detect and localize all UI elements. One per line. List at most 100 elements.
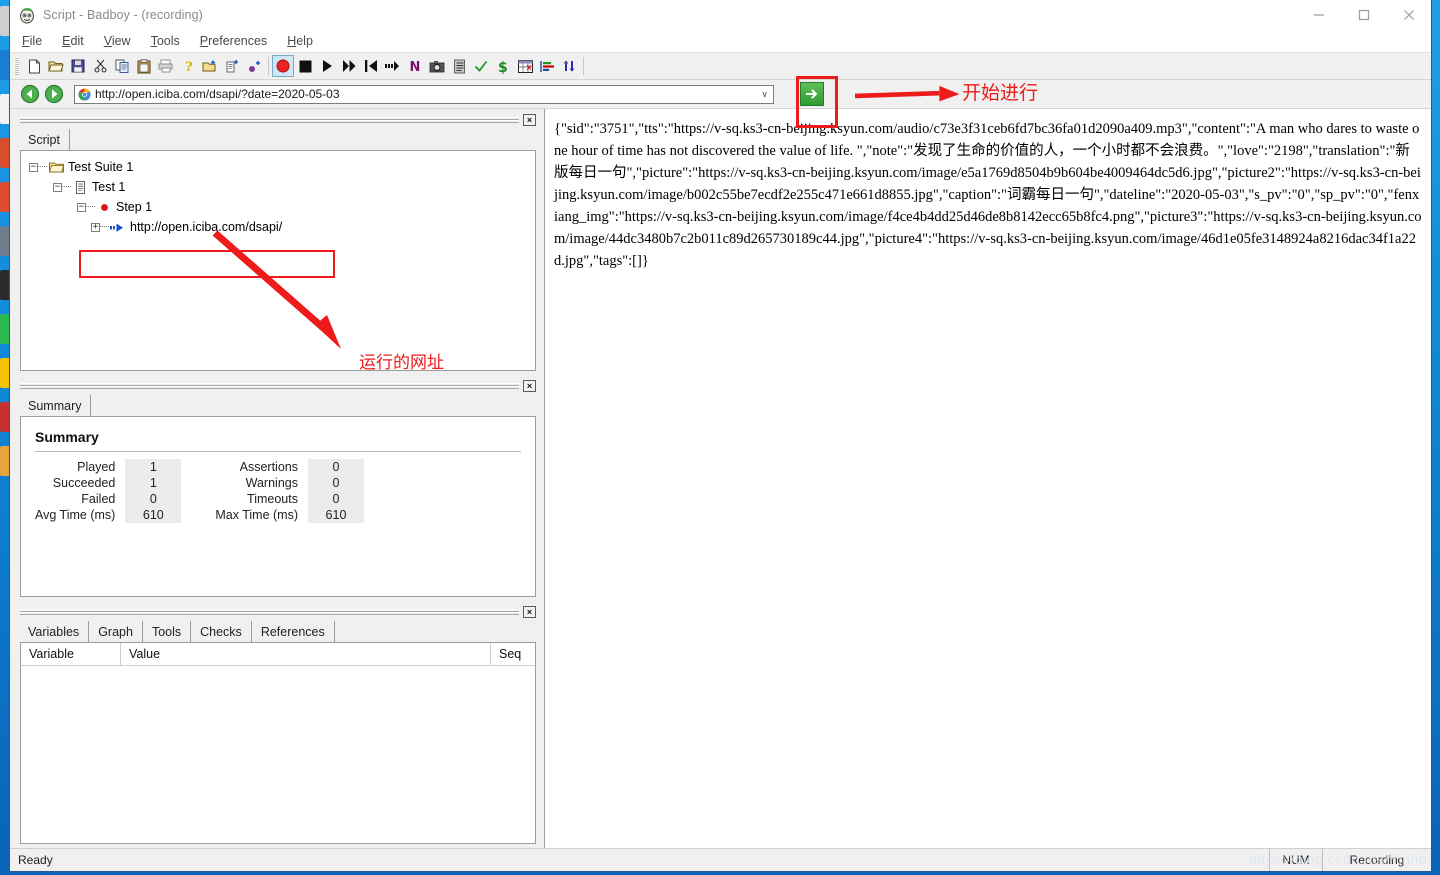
window-controls	[1296, 0, 1431, 30]
tree-toggle-icon[interactable]: −	[53, 182, 62, 192]
tree-toggle-icon[interactable]: −	[77, 202, 86, 212]
window-title: Script - Badboy - (recording)	[43, 8, 203, 22]
variables-panel-drag-handle[interactable]	[20, 609, 519, 615]
tree-label: Test Suite 1	[68, 160, 134, 174]
stop-icon[interactable]	[294, 55, 316, 77]
tree-row-test[interactable]: − Test 1	[29, 177, 535, 197]
url-text: http://open.iciba.com/dsapi/?date=2020-0…	[95, 87, 340, 101]
add-suite-icon[interactable]	[199, 55, 221, 77]
navigator-n-icon[interactable]: N	[404, 55, 426, 77]
column-header-variable[interactable]: Variable	[21, 643, 121, 665]
variables-grid: Variable Value Seq	[20, 642, 536, 844]
tab-checks[interactable]: Checks	[191, 621, 252, 642]
menu-file[interactable]: File	[22, 34, 42, 48]
navigate-arrow-icon	[110, 220, 126, 234]
script-panel-tabstrip: Script	[20, 127, 536, 150]
dollar-variable-icon[interactable]: $	[492, 55, 514, 77]
minimize-button[interactable]	[1296, 0, 1341, 30]
menu-preferences[interactable]: Preferences	[200, 34, 267, 48]
summary-left-group: Played Succeeded Failed Avg Time (ms) 1 …	[35, 459, 182, 523]
response-text[interactable]: {"sid":"3751","tts":"https://v-sq.ks3-cn…	[545, 109, 1431, 848]
tree-row-step[interactable]: − Step 1	[29, 197, 535, 217]
left-dock-column: × Script − Test Suite 1 − Test 1 − Step …	[10, 109, 544, 848]
stat-value-played: 1	[149, 460, 157, 474]
badboy-face-icon	[18, 6, 36, 24]
toolbar-grip[interactable]	[14, 57, 19, 75]
chart-icon[interactable]	[536, 55, 558, 77]
record-icon[interactable]	[272, 55, 294, 77]
tab-graph[interactable]: Graph	[89, 621, 143, 642]
column-header-seq[interactable]: Seq	[491, 643, 535, 665]
summary-stats-table: Played Succeeded Failed Avg Time (ms) 1 …	[35, 459, 521, 523]
add-step-icon[interactable]	[243, 55, 265, 77]
badboy-main-window: Script - Badboy - (recording) File Edit …	[9, 0, 1432, 872]
close-button[interactable]	[1386, 0, 1431, 30]
step-icon[interactable]	[382, 55, 404, 77]
refresh-icon[interactable]	[558, 55, 580, 77]
response-column: {"sid":"3751","tts":"https://v-sq.ks3-cn…	[544, 109, 1431, 848]
script-tree: − Test Suite 1 − Test 1 − Step 1 + http:…	[21, 151, 535, 370]
tree-toggle-icon[interactable]: +	[91, 222, 100, 232]
tree-connector	[100, 226, 109, 228]
tree-toggle-icon[interactable]: −	[29, 162, 38, 172]
red-dot-icon	[96, 200, 112, 214]
url-input[interactable]: http://open.iciba.com/dsapi/?date=2020-0…	[74, 84, 774, 104]
address-toolbar: http://open.iciba.com/dsapi/?date=2020-0…	[10, 76, 1431, 128]
tab-variables[interactable]: Variables	[20, 621, 90, 642]
go-button-highlight-box	[796, 76, 838, 128]
svg-text:N: N	[409, 60, 420, 73]
summary-panel-dockbar: ×	[20, 379, 536, 393]
summary-panel-drag-handle[interactable]	[20, 383, 519, 389]
menu-help-accel: H	[287, 34, 297, 48]
print-icon[interactable]	[155, 55, 177, 77]
save-icon[interactable]	[67, 55, 89, 77]
stat-value-assertions: 0	[332, 460, 340, 474]
annotation-arrow-to-tree	[212, 230, 341, 349]
chrome-icon	[78, 88, 91, 101]
stat-label-played: Played	[77, 460, 116, 474]
open-folder-icon[interactable]	[45, 55, 67, 77]
back-button[interactable]	[20, 84, 40, 104]
paste-icon[interactable]	[133, 55, 155, 77]
copy-icon[interactable]	[111, 55, 133, 77]
summary-wrapper: Summary Played Succeeded Failed Avg Time…	[21, 417, 535, 523]
play-all-icon[interactable]	[338, 55, 360, 77]
variables-panel-close-button[interactable]: ×	[523, 606, 536, 618]
tab-tools[interactable]: Tools	[142, 621, 192, 642]
check-icon[interactable]	[470, 55, 492, 77]
stat-value-warnings: 0	[332, 476, 340, 490]
column-header-value[interactable]: Value	[121, 643, 491, 665]
summary-right-labels: Assertions Warnings Timeouts Max Time (m…	[215, 459, 308, 523]
summary-left-labels: Played Succeeded Failed Avg Time (ms)	[35, 459, 125, 523]
menu-view-label: iew	[111, 34, 131, 48]
new-icon[interactable]	[23, 55, 45, 77]
summary-panel-close-button[interactable]: ×	[523, 380, 536, 392]
script-panel-close-button[interactable]: ×	[523, 114, 536, 126]
forward-button[interactable]	[44, 84, 64, 104]
add-test-icon[interactable]	[221, 55, 243, 77]
grid-icon[interactable]	[514, 55, 536, 77]
maximize-button[interactable]	[1341, 0, 1386, 30]
help-question-icon[interactable]: ?	[177, 55, 199, 77]
menu-edit[interactable]: Edit	[62, 34, 84, 48]
tree-row-test-suite[interactable]: − Test Suite 1	[29, 157, 535, 177]
title-bar: Script - Badboy - (recording)	[10, 0, 1431, 30]
chevron-down-icon[interactable]: ∨	[761, 89, 768, 100]
script-panel-drag-handle[interactable]	[20, 117, 519, 123]
menu-help[interactable]: Help	[287, 34, 313, 48]
tab-references[interactable]: References	[251, 621, 335, 642]
menu-edit-accel: E	[62, 34, 71, 48]
screenshot-icon[interactable]	[426, 55, 448, 77]
tab-script[interactable]: Script	[20, 129, 70, 150]
watermark-text: https://blog.csdn.net/Yinhb	[1249, 851, 1427, 867]
tab-summary[interactable]: Summary	[20, 395, 92, 416]
play-icon[interactable]	[316, 55, 338, 77]
rewind-icon[interactable]	[360, 55, 382, 77]
report-icon[interactable]	[448, 55, 470, 77]
menu-view-accel: V	[103, 34, 112, 48]
cut-scissors-icon[interactable]	[89, 55, 111, 77]
menu-view[interactable]: View	[104, 34, 131, 48]
menu-tools[interactable]: Tools	[151, 34, 180, 48]
menu-file-label: ile	[29, 34, 43, 48]
menu-tools-label: ools	[156, 34, 180, 48]
